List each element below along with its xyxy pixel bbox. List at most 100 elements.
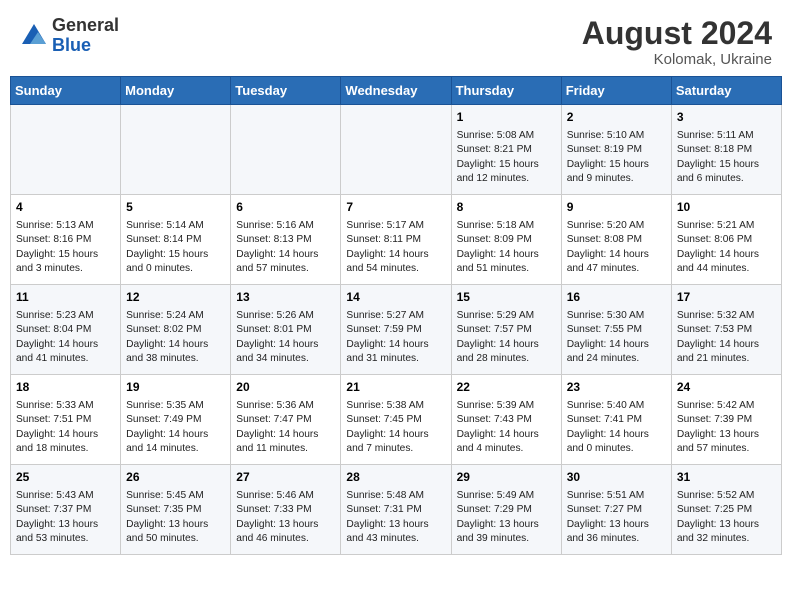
day-info: Sunrise: 5:08 AMSunset: 8:21 PMDaylight:… [457, 129, 556, 187]
day-cell: 13Sunrise: 5:26 AMSunset: 8:01 PMDayligh… [231, 285, 341, 375]
logo-blue-text: Blue [52, 36, 119, 56]
day-info: Sunrise: 5:24 AMSunset: 8:02 PMDaylight:… [126, 309, 225, 367]
day-number: 27 [236, 469, 335, 486]
day-number: 5 [126, 199, 225, 216]
header-cell-saturday: Saturday [671, 77, 781, 105]
day-cell: 18Sunrise: 5:33 AMSunset: 7:51 PMDayligh… [11, 375, 121, 465]
day-number: 8 [457, 199, 556, 216]
day-info: Sunrise: 5:42 AMSunset: 7:39 PMDaylight:… [677, 399, 776, 457]
location: Kolomak, Ukraine [582, 51, 772, 68]
day-number: 12 [126, 289, 225, 306]
day-info: Sunrise: 5:11 AMSunset: 8:18 PMDaylight:… [677, 129, 776, 187]
day-info: Sunrise: 5:30 AMSunset: 7:55 PMDaylight:… [567, 309, 666, 367]
header: General Blue August 2024 Kolomak, Ukrain… [0, 0, 792, 76]
day-number: 14 [346, 289, 445, 306]
day-cell: 17Sunrise: 5:32 AMSunset: 7:53 PMDayligh… [671, 285, 781, 375]
day-cell: 12 Sunrise: 5:24 AMSunset: 8:02 PMDayligh… [121, 285, 231, 375]
day-cell: 7Sunrise: 5:17 AMSunset: 8:11 PMDaylight… [341, 195, 451, 285]
header-cell-sunday: Sunday [11, 77, 121, 105]
day-cell [341, 105, 451, 195]
day-cell [11, 105, 121, 195]
logo: General Blue [20, 16, 119, 56]
day-cell: 1 Sunrise: 5:08 AMSunset: 8:21 PMDaylight… [451, 105, 561, 195]
day-cell: 15Sunrise: 5:29 AMSunset: 7:57 PMDayligh… [451, 285, 561, 375]
day-number: 26 [126, 469, 225, 486]
day-info: Sunrise: 5:18 AMSunset: 8:09 PMDaylight:… [457, 219, 556, 277]
logo-text: General Blue [52, 16, 119, 56]
month-year: August 2024 [582, 16, 772, 51]
day-info: Sunrise: 5:43 AMSunset: 7:37 PMDaylight:… [16, 489, 115, 547]
day-cell: 9 Sunrise: 5:20 AMSunset: 8:08 PMDaylight… [561, 195, 671, 285]
day-info: Sunrise: 5:10 AMSunset: 8:19 PMDaylight:… [567, 129, 666, 187]
day-cell: 3 Sunrise: 5:11 AMSunset: 8:18 PMDaylight… [671, 105, 781, 195]
week-row-3: 11 Sunrise: 5:23 AMSunset: 8:04 PMDayligh… [11, 285, 782, 375]
day-info: Sunrise: 5:35 AMSunset: 7:49 PMDaylight:… [126, 399, 225, 457]
day-info: Sunrise: 5:29 AMSunset: 7:57 PMDaylight:… [457, 309, 556, 367]
day-cell: 2 Sunrise: 5:10 AMSunset: 8:19 PMDaylight… [561, 105, 671, 195]
title-section: August 2024 Kolomak, Ukraine [582, 16, 772, 68]
calendar-header: SundayMondayTuesdayWednesdayThursdayFrid… [11, 77, 782, 105]
day-cell: 16 Sunrise: 5:30 AMSunset: 7:55 PMDayligh… [561, 285, 671, 375]
day-number: 16 [567, 289, 666, 306]
day-info: Sunrise: 5:39 AMSunset: 7:43 PMDaylight:… [457, 399, 556, 457]
day-number: 29 [457, 469, 556, 486]
day-info: Sunrise: 5:52 AMSunset: 7:25 PMDaylight:… [677, 489, 776, 547]
header-cell-tuesday: Tuesday [231, 77, 341, 105]
day-info: Sunrise: 5:23 AMSunset: 8:04 PMDaylight:… [16, 309, 115, 367]
day-cell: 24Sunrise: 5:42 AMSunset: 7:39 PMDayligh… [671, 375, 781, 465]
calendar-body: 1 Sunrise: 5:08 AMSunset: 8:21 PMDaylight… [11, 105, 782, 555]
header-row: SundayMondayTuesdayWednesdayThursdayFrid… [11, 77, 782, 105]
day-info: Sunrise: 5:27 AMSunset: 7:59 PMDaylight:… [346, 309, 445, 367]
day-number: 22 [457, 379, 556, 396]
day-info: Sunrise: 5:48 AMSunset: 7:31 PMDaylight:… [346, 489, 445, 547]
day-cell: 31 Sunrise: 5:52 AMSunset: 7:25 PMDayligh… [671, 465, 781, 555]
week-row-5: 25 Sunrise: 5:43 AMSunset: 7:37 PMDayligh… [11, 465, 782, 555]
day-cell: 5 Sunrise: 5:14 AMSunset: 8:14 PMDaylight… [121, 195, 231, 285]
day-info: Sunrise: 5:14 AMSunset: 8:14 PMDaylight:… [126, 219, 225, 277]
day-number: 11 [16, 289, 115, 306]
header-cell-thursday: Thursday [451, 77, 561, 105]
day-cell: 11 Sunrise: 5:23 AMSunset: 8:04 PMDayligh… [11, 285, 121, 375]
day-info: Sunrise: 5:40 AMSunset: 7:41 PMDaylight:… [567, 399, 666, 457]
week-row-4: 18Sunrise: 5:33 AMSunset: 7:51 PMDayligh… [11, 375, 782, 465]
day-cell: 30Sunrise: 5:51 AMSunset: 7:27 PMDayligh… [561, 465, 671, 555]
day-cell: 25 Sunrise: 5:43 AMSunset: 7:37 PMDayligh… [11, 465, 121, 555]
day-cell: 8 Sunrise: 5:18 AMSunset: 8:09 PMDaylight… [451, 195, 561, 285]
day-number: 3 [677, 109, 776, 126]
day-cell: 14 Sunrise: 5:27 AMSunset: 7:59 PMDayligh… [341, 285, 451, 375]
day-number: 10 [677, 199, 776, 216]
day-info: Sunrise: 5:13 AMSunset: 8:16 PMDaylight:… [16, 219, 115, 277]
day-number: 6 [236, 199, 335, 216]
header-cell-friday: Friday [561, 77, 671, 105]
day-number: 4 [16, 199, 115, 216]
logo-general: General [52, 16, 119, 36]
logo-icon [20, 22, 48, 50]
header-cell-wednesday: Wednesday [341, 77, 451, 105]
day-number: 19 [126, 379, 225, 396]
day-number: 31 [677, 469, 776, 486]
day-info: Sunrise: 5:33 AMSunset: 7:51 PMDaylight:… [16, 399, 115, 457]
day-info: Sunrise: 5:46 AMSunset: 7:33 PMDaylight:… [236, 489, 335, 547]
day-number: 28 [346, 469, 445, 486]
day-info: Sunrise: 5:32 AMSunset: 7:53 PMDaylight:… [677, 309, 776, 367]
day-cell: 4 Sunrise: 5:13 AMSunset: 8:16 PMDaylight… [11, 195, 121, 285]
day-cell: 28 Sunrise: 5:48 AMSunset: 7:31 PMDayligh… [341, 465, 451, 555]
day-cell: 23 Sunrise: 5:40 AMSunset: 7:41 PMDayligh… [561, 375, 671, 465]
day-number: 13 [236, 289, 335, 306]
day-number: 9 [567, 199, 666, 216]
day-info: Sunrise: 5:36 AMSunset: 7:47 PMDaylight:… [236, 399, 335, 457]
day-number: 21 [346, 379, 445, 396]
day-number: 20 [236, 379, 335, 396]
day-number: 30 [567, 469, 666, 486]
day-number: 2 [567, 109, 666, 126]
day-info: Sunrise: 5:16 AMSunset: 8:13 PMDaylight:… [236, 219, 335, 277]
day-cell: 29Sunrise: 5:49 AMSunset: 7:29 PMDayligh… [451, 465, 561, 555]
calendar-table: SundayMondayTuesdayWednesdayThursdayFrid… [10, 76, 782, 555]
day-cell: 26Sunrise: 5:45 AMSunset: 7:35 PMDayligh… [121, 465, 231, 555]
day-cell: 19 Sunrise: 5:35 AMSunset: 7:49 PMDayligh… [121, 375, 231, 465]
day-cell: 20 Sunrise: 5:36 AMSunset: 7:47 PMDayligh… [231, 375, 341, 465]
day-number: 23 [567, 379, 666, 396]
day-number: 1 [457, 109, 556, 126]
day-info: Sunrise: 5:20 AMSunset: 8:08 PMDaylight:… [567, 219, 666, 277]
day-number: 25 [16, 469, 115, 486]
